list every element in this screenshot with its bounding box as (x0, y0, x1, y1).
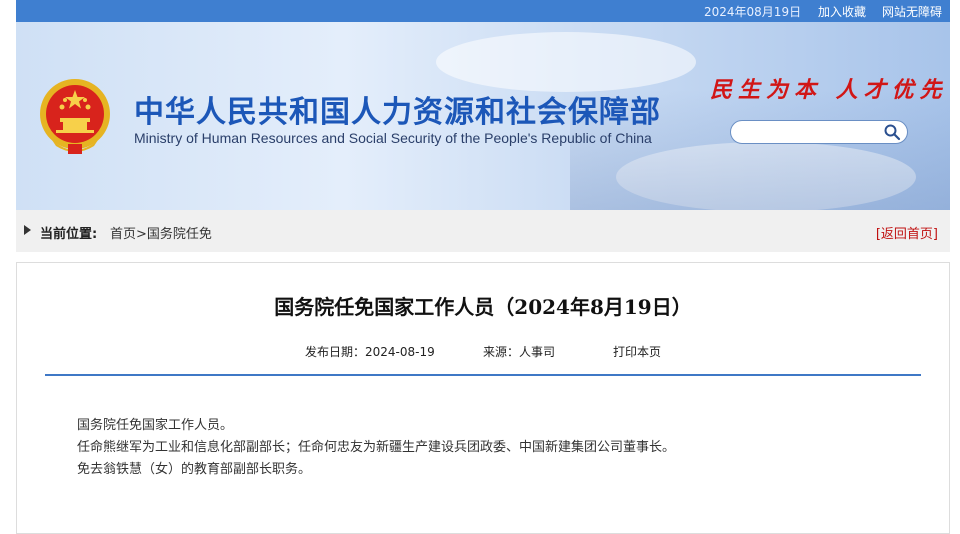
print-button[interactable]: 打印本页 (613, 343, 661, 360)
current-date: 2024年08月19日 (704, 5, 802, 19)
breadcrumb-bar: 当前位置: 首页>国务院任免 [返回首页] (16, 210, 950, 252)
article-title: 国务院任免国家工作人员（2024年8月19日） (274, 295, 692, 319)
ministry-title-en: Ministry of Human Resources and Social S… (134, 130, 652, 146)
search-input[interactable] (739, 123, 883, 141)
search-icon[interactable] (883, 123, 901, 141)
article-source: 来源：人事司 (483, 345, 556, 359)
publish-date: 发布日期：2024-08-19 (305, 345, 435, 359)
breadcrumb[interactable]: 首页>国务院任免 (110, 223, 212, 242)
article-panel: 国务院任免国家工作人员（2024年8月19日） 发布日期：2024-08-19 … (16, 262, 950, 534)
paragraph: 任命熊继军为工业和信息化部副部长；任命何忠友为新疆生产建设兵团政委、中国新建集团… (77, 440, 676, 455)
cloud-decoration (436, 32, 696, 92)
article-body: 国务院任免国家工作人员。 任命熊继军为工业和信息化部副部长；任命何忠友为新疆生产… (77, 415, 675, 481)
slogan: 民生为本 人才优先 (710, 77, 948, 103)
paragraph: 免去翁铁慧（女）的教育部副部长职务。 (77, 462, 312, 477)
back-home-link[interactable]: [返回首页] (876, 223, 938, 242)
accessibility-link[interactable]: 网站无障碍 (882, 3, 942, 20)
top-bar: 2024年08月19日 加入收藏 网站无障碍 (16, 0, 950, 22)
divider (45, 374, 921, 376)
ministry-title-cn: 中华人民共和国人力资源和社会保障部 (134, 95, 661, 130)
header-banner: 中华人民共和国人力资源和社会保障部 Ministry of Human Reso… (16, 22, 950, 210)
add-favorite-link[interactable]: 加入收藏 (818, 3, 866, 20)
search-box (730, 120, 908, 144)
breadcrumb-label: 当前位置: (40, 227, 98, 242)
national-emblem-icon (40, 79, 110, 154)
play-arrow-icon (24, 225, 31, 235)
paragraph: 国务院任免国家工作人员。 (77, 418, 234, 433)
